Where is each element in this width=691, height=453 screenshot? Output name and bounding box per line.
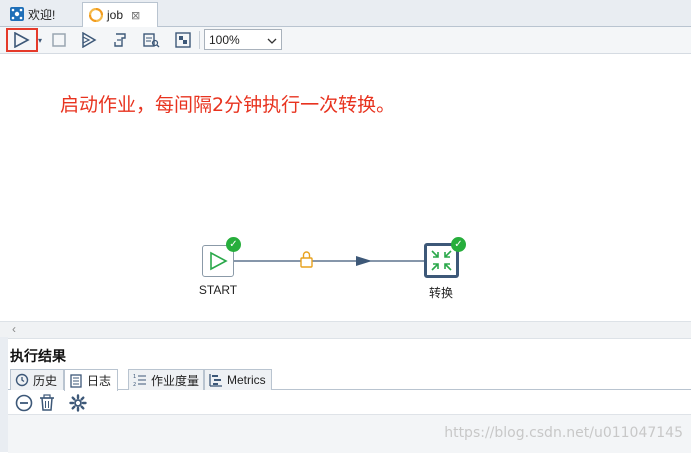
- job-toolbar: ▾ 100%: [0, 27, 691, 54]
- replay-button[interactable]: [109, 30, 131, 50]
- run-dropdown-icon[interactable]: ▾: [38, 36, 42, 45]
- tab-metrics[interactable]: Metrics: [204, 369, 272, 390]
- success-badge-start: ✓: [226, 237, 241, 252]
- watermark: https://blog.csdn.net/u011047145: [444, 425, 683, 441]
- results-tab-bar: 历史 日志 12 作业度量 Metrics: [8, 369, 691, 391]
- history-icon: [15, 373, 29, 387]
- tab-history[interactable]: 历史: [10, 369, 64, 390]
- gantt-icon: [209, 373, 223, 387]
- panel-left-edge: [0, 337, 8, 452]
- tab-welcome-label: 欢迎!: [28, 7, 56, 22]
- gear-icon: [69, 393, 87, 415]
- toolbar-separator: [199, 31, 200, 49]
- log-icon: [69, 373, 83, 388]
- svg-text:1: 1: [133, 374, 136, 380]
- job-canvas[interactable]: 启动作业，每间隔2分钟执行一次转换。 ✓ START ✓ 转换: [0, 54, 691, 321]
- hop-layer: [234, 251, 424, 268]
- stop-icon: [52, 33, 66, 47]
- welcome-icon: [10, 7, 24, 21]
- run-icon: [13, 32, 31, 48]
- debug-run-icon: [80, 32, 98, 48]
- zoom-select[interactable]: 100%: [204, 29, 282, 50]
- delete-log-button[interactable]: [37, 393, 57, 415]
- check-button[interactable]: [140, 30, 162, 50]
- hop-arrow-icon: [356, 256, 372, 266]
- stop-button[interactable]: [48, 30, 70, 50]
- tab-job-metrics-label: 作业度量: [151, 373, 200, 388]
- run-button[interactable]: [6, 28, 38, 52]
- lock-icon: [300, 251, 313, 268]
- results-panel-title: 执行结果: [10, 348, 66, 364]
- tab-history-label: 历史: [33, 373, 58, 388]
- zoom-value: 100%: [209, 32, 240, 47]
- start-node-label: START: [198, 283, 238, 297]
- tab-log[interactable]: 日志: [64, 369, 118, 391]
- tab-welcome[interactable]: 欢迎!: [4, 3, 82, 25]
- tab-job[interactable]: job ⊠: [82, 2, 158, 27]
- log-settings-button[interactable]: [68, 393, 88, 415]
- job-icon: [88, 7, 104, 23]
- svg-text:2: 2: [133, 382, 136, 387]
- grid-button[interactable]: [172, 30, 194, 50]
- metrics-list-icon: 12: [133, 373, 147, 388]
- transformation-node-label: 转换: [428, 286, 453, 300]
- transformation-icon: [431, 250, 452, 271]
- grid-icon: [175, 32, 191, 48]
- canvas-horizontal-scrollbar[interactable]: ‹: [0, 321, 691, 339]
- debug-run-button[interactable]: [78, 30, 100, 50]
- tab-metrics-label: Metrics: [227, 373, 266, 387]
- tab-job-metrics[interactable]: 12 作业度量: [128, 369, 204, 390]
- close-icon[interactable]: ⊠: [131, 9, 140, 22]
- scroll-left-icon[interactable]: ‹: [12, 322, 16, 336]
- clear-log-button[interactable]: [14, 394, 34, 414]
- success-badge-transformation: ✓: [451, 237, 466, 252]
- minus-circle-icon: [15, 394, 33, 415]
- tab-log-label: 日志: [87, 374, 112, 388]
- replay-icon: [112, 32, 128, 48]
- tab-job-label: job: [107, 8, 124, 22]
- check-icon: [142, 32, 160, 48]
- chevron-down-icon: [267, 33, 277, 47]
- trash-icon: [39, 393, 55, 415]
- editor-tab-bar: 欢迎! job ⊠: [0, 0, 691, 27]
